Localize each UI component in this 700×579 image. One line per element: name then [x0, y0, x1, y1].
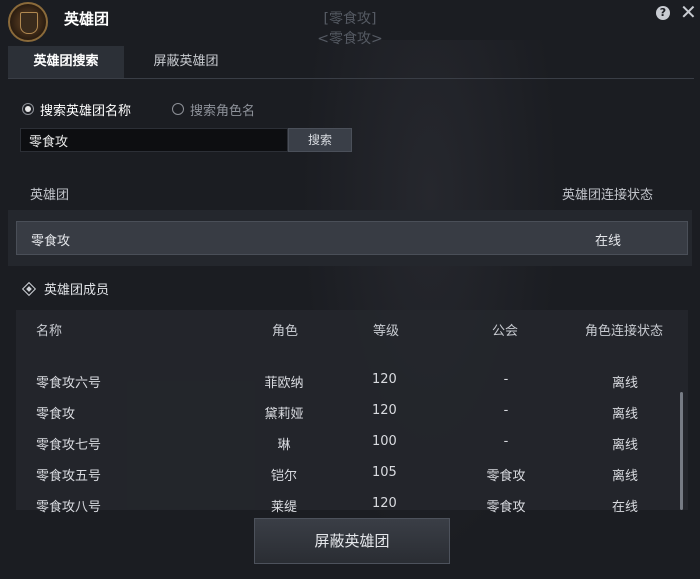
- member-class: 铠尔: [270, 469, 297, 484]
- member-name: 零食攻五号: [36, 469, 102, 484]
- members-section-label: 英雄团成员: [44, 283, 110, 298]
- members-header-status: 角色连接状态: [585, 324, 664, 339]
- members-header-class: 角色: [272, 324, 299, 339]
- tab-blocked-guilds[interactable]: 屏蔽英雄团: [124, 46, 248, 78]
- radio-label-character-name: 搜索角色名: [190, 103, 256, 119]
- block-guild-button[interactable]: 屏蔽英雄团: [254, 518, 450, 564]
- member-row[interactable]: 零食攻六号 菲欧纳 120 - 离线: [16, 366, 676, 396]
- member-name: 零食攻: [36, 407, 76, 422]
- radio-search-guild-name[interactable]: 搜索英雄团名称: [22, 100, 132, 119]
- member-status: 离线: [612, 469, 639, 484]
- close-icon[interactable]: ✕: [680, 0, 697, 24]
- guild-result-name: 零食攻: [31, 234, 71, 249]
- radio-checked-icon[interactable]: [22, 103, 34, 115]
- member-guild: -: [503, 434, 509, 449]
- member-level: 100: [372, 434, 397, 449]
- guild-emblem-icon: [8, 2, 48, 42]
- member-name: 零食攻八号: [36, 500, 102, 515]
- tab-divider: [8, 78, 694, 79]
- member-row[interactable]: 零食攻五号 铠尔 105 零食攻 离线: [16, 459, 676, 489]
- member-class: 黛莉娅: [264, 407, 304, 422]
- guild-column-header: 英雄团: [30, 188, 70, 203]
- search-button[interactable]: 搜索: [288, 128, 352, 152]
- member-guild: -: [503, 372, 509, 387]
- member-row[interactable]: 零食攻七号 琳 100 - 离线: [16, 428, 676, 458]
- guild-status-column-header: 英雄团连接状态: [562, 188, 654, 203]
- window-header: 英雄团 ? ✕: [0, 0, 700, 44]
- members-scrollbar[interactable]: [680, 392, 683, 510]
- help-icon[interactable]: ?: [656, 6, 670, 20]
- member-status: 在线: [612, 500, 639, 515]
- member-class: 莱缇: [270, 500, 297, 515]
- guild-result-row[interactable]: 零食攻 在线: [16, 221, 688, 255]
- member-row[interactable]: 零食攻 黛莉娅 120 - 离线: [16, 397, 676, 427]
- member-status: 离线: [612, 407, 639, 422]
- member-name: 零食攻七号: [36, 438, 102, 453]
- window-title: 英雄团: [64, 10, 110, 28]
- member-row[interactable]: 零食攻八号 莱缇 120 零食攻 在线: [16, 490, 676, 520]
- diamond-bullet-icon: [21, 281, 37, 296]
- member-level: 120: [372, 496, 397, 511]
- member-level: 120: [372, 372, 397, 387]
- member-level: 120: [372, 403, 397, 418]
- member-class: 琳: [277, 438, 291, 453]
- member-guild: 零食攻: [486, 469, 526, 484]
- member-class: 菲欧纳: [264, 376, 304, 391]
- member-name: 零食攻六号: [36, 376, 102, 391]
- radio-search-character-name[interactable]: 搜索角色名: [172, 100, 256, 119]
- member-status: 离线: [612, 438, 639, 453]
- members-header-level: 等级: [373, 324, 400, 339]
- member-status: 离线: [612, 376, 639, 391]
- tab-guild-search[interactable]: 英雄团搜索: [8, 46, 124, 78]
- members-section-title: 英雄团成员: [21, 279, 110, 298]
- member-level: 105: [372, 465, 397, 480]
- member-guild: 零食攻: [486, 500, 526, 515]
- member-guild: -: [503, 403, 509, 418]
- members-header-name: 名称: [36, 324, 63, 339]
- members-header-guild: 公会: [492, 324, 519, 339]
- radio-unchecked-icon[interactable]: [172, 103, 184, 115]
- search-input[interactable]: [20, 128, 288, 152]
- guild-result-status: 在线: [595, 234, 622, 249]
- radio-label-guild-name: 搜索英雄团名称: [40, 103, 132, 119]
